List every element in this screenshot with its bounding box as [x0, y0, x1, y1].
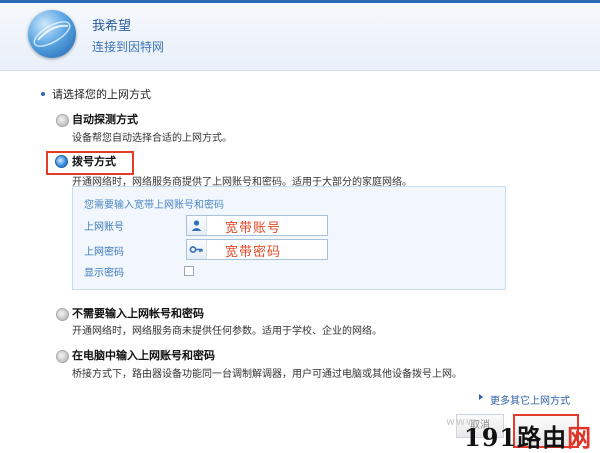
option-auto-detect-title[interactable]: 自动探测方式 — [72, 111, 138, 127]
password-input[interactable]: 宽带密码 — [186, 239, 328, 260]
option-auto-detect-desc: 设备帮您自动选择合适的上网方式。 — [72, 133, 232, 144]
globe-icon — [28, 10, 76, 58]
dialup-hint: 您需要输入宽带上网账号和密码 — [84, 200, 224, 211]
account-label: 上网账号 — [84, 222, 124, 233]
header-subtitle: 连接到因特网 — [92, 40, 165, 54]
watermark-number: 191 — [464, 423, 518, 452]
watermark-text-red: 网 — [567, 423, 593, 452]
key-icon — [187, 240, 207, 259]
show-password-checkbox[interactable] — [184, 266, 194, 276]
show-password-label: 显示密码 — [84, 268, 124, 279]
account-value: 宽带账号 — [225, 221, 282, 236]
chevron-right-icon — [479, 394, 483, 400]
section-bullet — [41, 92, 45, 96]
password-value: 宽带密码 — [225, 245, 282, 260]
option-no-account-title[interactable]: 不需要输入上网帐号和密码 — [72, 305, 204, 321]
option-dialup-title[interactable]: 拨号方式 — [72, 153, 116, 169]
option-no-account-desc: 开通网络时，网络服务商未提供任何参数。适用于学校、企业的网络。 — [72, 326, 382, 337]
radio-bridge[interactable] — [56, 350, 69, 363]
radio-no-account[interactable] — [56, 308, 69, 321]
user-icon — [187, 216, 207, 235]
section-title: 请选择您的上网方式 — [52, 88, 151, 101]
top-accent-bar — [0, 0, 600, 3]
account-input[interactable]: 宽带账号 — [186, 215, 328, 236]
option-bridge-desc: 桥接方式下，路由器设备功能同一台调制解调器，用户可通过电脑或其他设备拨号上网。 — [72, 369, 462, 380]
radio-dialup[interactable] — [55, 155, 68, 168]
header-title: 我希望 — [92, 19, 132, 34]
option-bridge-title[interactable]: 在电脑中输入上网账号和密码 — [72, 347, 215, 363]
password-label: 上网密码 — [84, 247, 124, 258]
more-connection-types-link[interactable]: 更多其它上网方式 — [490, 392, 570, 407]
watermark-text-black: 路由 — [517, 423, 568, 452]
header-banner — [0, 0, 600, 71]
radio-auto-detect[interactable] — [56, 114, 69, 127]
watermark-logo: 191路由网 — [464, 418, 592, 453]
